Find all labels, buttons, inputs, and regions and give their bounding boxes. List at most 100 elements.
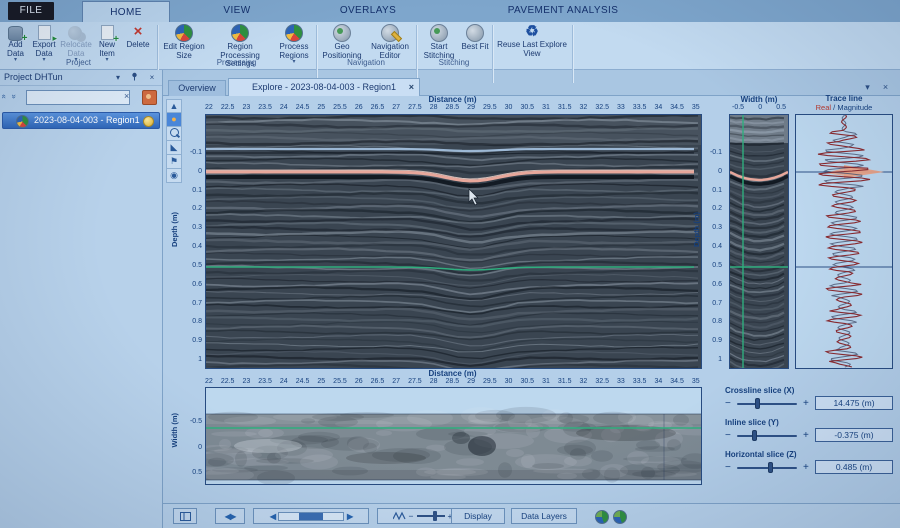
trace-line-view[interactable]: [795, 114, 893, 369]
panel-menu-caret-icon[interactable]: ▾: [112, 72, 124, 84]
crossline-value-field[interactable]: 14.475 (m): [815, 396, 893, 410]
horizontal-value-field[interactable]: 0.485 (m): [815, 460, 893, 474]
horizontal-scroll-group: ◀ ▶: [253, 508, 369, 524]
minus-button[interactable]: −: [725, 397, 731, 410]
expand-all-icon[interactable]: »: [10, 94, 19, 98]
project-search-input[interactable]: [26, 90, 130, 105]
distance-tick-label: 27: [392, 104, 400, 111]
data-layers-button[interactable]: Data Layers: [511, 508, 577, 524]
depth-tick-label: 0.8: [184, 318, 202, 325]
fit-width-button[interactable]: ◀▶: [215, 508, 245, 524]
tab-overview[interactable]: Overview: [168, 80, 226, 96]
main-radargram[interactable]: [205, 114, 702, 369]
project-panel: Project DHTun ▾ × « » × 2023-08-04-003 -…: [0, 70, 163, 528]
tab-list-caret-icon[interactable]: ▾: [861, 81, 874, 94]
button-label: Relocate Data: [60, 41, 92, 58]
tab-home[interactable]: HOME: [82, 1, 170, 22]
minus-button[interactable]: −: [725, 429, 731, 442]
new-item-icon: [101, 25, 114, 40]
navigation-editor-icon: [381, 24, 399, 42]
distance-tick-label: 26: [355, 378, 363, 385]
tab-view[interactable]: VIEW: [205, 2, 269, 20]
distance-tick-label: 31: [542, 104, 550, 111]
project-panel-title: Project DHTun: [4, 72, 63, 82]
status-bar: ◀▶ ◀ ▶ − + 9 dB Display Data Layers: [163, 503, 900, 528]
tab-close-icon[interactable]: ×: [409, 79, 414, 96]
interpretation-tool-button[interactable]: ◉: [166, 169, 182, 183]
distance-tick-label: 33.5: [633, 378, 647, 385]
horizontal-slider[interactable]: [737, 467, 797, 469]
pan-tool-button[interactable]: ●: [166, 113, 182, 127]
plus-button[interactable]: +: [803, 397, 809, 410]
distance-tick-label: 30: [505, 104, 513, 111]
distance-tick-label: 22.5: [221, 104, 235, 111]
plus-button[interactable]: +: [803, 461, 809, 474]
measure-tool-button[interactable]: ◣: [166, 141, 182, 155]
inline-slice-control: − + -0.375 (m): [725, 429, 893, 443]
horizontal-scrollbar[interactable]: [278, 512, 344, 521]
tab-pavement-analysis[interactable]: PAVEMENT ANALYSIS: [474, 2, 652, 20]
collapse-all-icon[interactable]: «: [0, 94, 9, 98]
plus-button[interactable]: +: [803, 429, 809, 442]
crossline-slice-label: Crossline slice (X): [725, 386, 893, 395]
plan-view[interactable]: [205, 387, 702, 485]
filter-icon[interactable]: [142, 90, 157, 105]
depth-tick-label: 1: [184, 356, 202, 363]
distance-tick-label: 32: [580, 378, 588, 385]
panel-pin-icon[interactable]: [128, 72, 140, 84]
distance-tick-label: 29.5: [483, 378, 497, 385]
recycle-icon: ♻: [524, 24, 540, 40]
scroll-up-button[interactable]: ▲: [166, 99, 182, 113]
distance-tick-label: 35: [692, 104, 700, 111]
scroll-right-icon[interactable]: ▶: [347, 512, 352, 521]
scrollbar-thumb[interactable]: [299, 513, 323, 520]
depth-tick-label: 0.1: [184, 187, 202, 194]
layer-toggle-icon[interactable]: [613, 510, 627, 524]
ribbon-separator: [416, 25, 417, 83]
delete-icon: ×: [130, 24, 146, 40]
panel-close-icon[interactable]: ×: [146, 72, 158, 84]
crossline-slice-view[interactable]: [729, 114, 789, 369]
gain-slider[interactable]: [417, 515, 445, 517]
minus-button[interactable]: −: [725, 461, 731, 474]
scroll-left-icon[interactable]: ◀: [270, 512, 275, 521]
tab-overlays[interactable]: OVERLAYS: [316, 2, 420, 20]
depth-tick-label: -0.1: [704, 149, 722, 156]
export-data-icon: [38, 25, 51, 40]
distance-tick-label: 31: [542, 378, 550, 385]
gain-minus[interactable]: −: [409, 511, 414, 521]
layer-toggle-icon[interactable]: [595, 510, 609, 524]
width-tick-label: -0.5: [732, 104, 744, 111]
reuse-last-explore-view-button[interactable]: ♻ Reuse Last Explore View: [497, 24, 567, 64]
width-tick-label: 0.5: [776, 104, 786, 111]
width-tick-label: 0: [758, 104, 762, 111]
zoom-tool-button[interactable]: [166, 127, 182, 141]
horizontal-slice-control: − + 0.485 (m): [725, 461, 893, 475]
inline-slider[interactable]: [737, 435, 797, 437]
crossline-slider[interactable]: [737, 403, 797, 405]
clear-search-icon[interactable]: ×: [124, 91, 129, 101]
distance-tick-label: 31.5: [558, 104, 572, 111]
ribbon-separator: [572, 25, 573, 83]
width-tick-row: -0.5 0 0.5: [729, 104, 789, 111]
inline-slider-thumb[interactable]: [752, 430, 757, 441]
display-button[interactable]: Display: [451, 508, 505, 524]
distance-tick-label: 28: [430, 104, 438, 111]
bulb-icon[interactable]: [143, 116, 154, 127]
horizontal-slider-thumb[interactable]: [768, 462, 773, 473]
process-regions-icon: [285, 24, 303, 42]
distance-tick-label: 28: [430, 378, 438, 385]
tab-explore[interactable]: Explore - 2023-08-04-003 - Region1 ×: [228, 78, 420, 96]
distance-tick-label: 27.5: [408, 378, 422, 385]
depth-tick-label: 0: [704, 168, 722, 175]
tree-item-region1[interactable]: 2023-08-04-003 - Region1: [2, 112, 160, 129]
tab-file[interactable]: FILE: [8, 2, 54, 20]
flag-tool-button[interactable]: ⚑: [166, 155, 182, 169]
gain-slider-thumb[interactable]: [433, 511, 437, 521]
layout-button[interactable]: [173, 508, 197, 524]
crossline-slider-thumb[interactable]: [755, 398, 760, 409]
inline-value-field[interactable]: -0.375 (m): [815, 428, 893, 442]
depth-tick-label: 0.7: [704, 300, 722, 307]
document-close-icon[interactable]: ×: [879, 81, 892, 94]
distance-tick-label: 25.5: [333, 104, 347, 111]
